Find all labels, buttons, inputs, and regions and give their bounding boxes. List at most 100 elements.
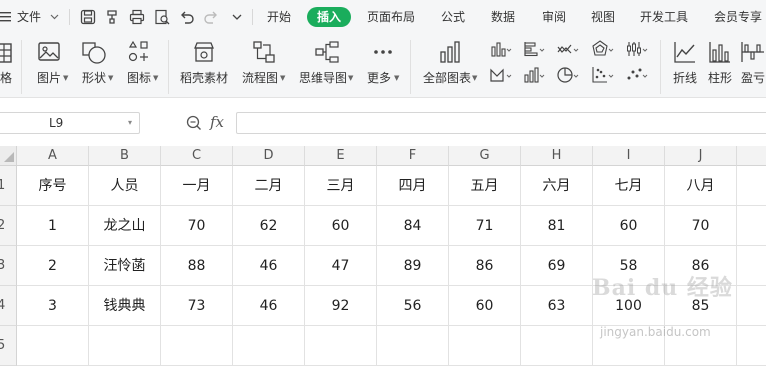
shape-button[interactable]: 形状 ▼ bbox=[74, 34, 114, 98]
flowchart-button[interactable]: 流程图 ▼ bbox=[240, 34, 288, 98]
cell[interactable]: 龙之山 bbox=[89, 206, 161, 246]
radar-chart-type-icon[interactable] bbox=[592, 40, 614, 58]
cell[interactable] bbox=[449, 326, 521, 366]
cell[interactable] bbox=[89, 326, 161, 366]
cell[interactable]: 71 bbox=[449, 206, 521, 246]
cell[interactable] bbox=[233, 326, 305, 366]
cell[interactable]: 人员 bbox=[89, 166, 161, 206]
cell[interactable] bbox=[305, 326, 377, 366]
cell[interactable]: 46 bbox=[233, 286, 305, 326]
all-charts-button[interactable]: 全部图表 ▼ bbox=[420, 34, 480, 98]
cell[interactable]: 汪怜菡 bbox=[89, 246, 161, 286]
name-box[interactable]: L9 ▾ bbox=[0, 112, 140, 134]
cell[interactable]: 3 bbox=[17, 286, 89, 326]
column-header-i[interactable]: I bbox=[593, 146, 665, 166]
tab-member[interactable]: 会员专享 bbox=[714, 0, 762, 34]
column-header-b[interactable]: B bbox=[89, 146, 161, 166]
select-all-corner[interactable] bbox=[0, 146, 17, 166]
line-chart-type-icon[interactable] bbox=[557, 40, 579, 58]
cell[interactable]: 六月 bbox=[521, 166, 593, 206]
cell[interactable]: 88 bbox=[161, 246, 233, 286]
column-chart-type-icon[interactable] bbox=[490, 40, 512, 58]
file-menu-button[interactable]: 文件 bbox=[0, 0, 64, 34]
sparkline-line-button[interactable]: 折线 bbox=[668, 34, 702, 98]
combo-chart-type-icon[interactable] bbox=[523, 66, 545, 84]
cell[interactable]: 八月 bbox=[665, 166, 737, 206]
cell[interactable]: 1 bbox=[17, 206, 89, 246]
dot-chart-type-icon[interactable] bbox=[626, 66, 648, 84]
cell[interactable]: 70 bbox=[161, 206, 233, 246]
cell[interactable]: 60 bbox=[449, 286, 521, 326]
cell[interactable] bbox=[521, 326, 593, 366]
cell[interactable]: 92 bbox=[305, 286, 377, 326]
tab-developer[interactable]: 开发工具 bbox=[640, 0, 688, 34]
tab-page-layout[interactable]: 页面布局 bbox=[367, 0, 415, 34]
save-icon[interactable] bbox=[80, 9, 96, 25]
quick-access-dropdown-icon[interactable] bbox=[229, 9, 245, 25]
print-preview-icon[interactable] bbox=[154, 9, 170, 25]
sparkline-winloss-button[interactable]: 盈亏 bbox=[738, 34, 766, 98]
tab-review[interactable]: 审阅 bbox=[542, 0, 566, 34]
pie-chart-type-icon[interactable] bbox=[557, 66, 579, 84]
tab-insert[interactable]: 插入 bbox=[307, 7, 351, 27]
column-header-g[interactable]: G bbox=[449, 146, 521, 166]
area-chart-type-icon[interactable] bbox=[490, 66, 512, 84]
print-icon[interactable] bbox=[129, 9, 145, 25]
cell[interactable]: 63 bbox=[521, 286, 593, 326]
cell[interactable]: 序号 bbox=[17, 166, 89, 206]
column-header-k[interactable] bbox=[737, 146, 766, 166]
formula-input[interactable] bbox=[236, 112, 766, 134]
cell[interactable]: 2 bbox=[17, 246, 89, 286]
zoom-formula-icon[interactable] bbox=[186, 115, 202, 131]
cell[interactable] bbox=[737, 326, 766, 366]
cell[interactable]: 86 bbox=[449, 246, 521, 286]
undo-icon[interactable] bbox=[179, 9, 195, 25]
cell[interactable]: 四月 bbox=[377, 166, 449, 206]
cell[interactable]: 47 bbox=[305, 246, 377, 286]
cell[interactable]: 二月 bbox=[233, 166, 305, 206]
cell[interactable]: 一月 bbox=[161, 166, 233, 206]
scatter-chart-type-icon[interactable] bbox=[592, 66, 614, 84]
picture-button[interactable]: 图片 ▼ bbox=[29, 34, 69, 98]
tab-formulas[interactable]: 公式 bbox=[441, 0, 465, 34]
cell[interactable]: 46 bbox=[233, 246, 305, 286]
cell[interactable]: 69 bbox=[521, 246, 593, 286]
cell[interactable] bbox=[737, 166, 766, 206]
column-header-e[interactable]: E bbox=[305, 146, 377, 166]
table-button[interactable]: 格 bbox=[0, 34, 14, 98]
cell[interactable]: 73 bbox=[161, 286, 233, 326]
cell[interactable] bbox=[161, 326, 233, 366]
cell[interactable] bbox=[377, 326, 449, 366]
cell[interactable]: 60 bbox=[593, 206, 665, 246]
cell[interactable]: 84 bbox=[377, 206, 449, 246]
cell[interactable] bbox=[737, 246, 766, 286]
fx-icon[interactable]: fx bbox=[210, 113, 224, 131]
tab-home[interactable]: 开始 bbox=[267, 0, 291, 34]
cell[interactable]: 三月 bbox=[305, 166, 377, 206]
tab-view[interactable]: 视图 bbox=[591, 0, 615, 34]
cell[interactable]: 56 bbox=[377, 286, 449, 326]
column-header-j[interactable]: J bbox=[665, 146, 737, 166]
stock-chart-type-icon[interactable] bbox=[626, 40, 648, 58]
cell[interactable]: 钱典典 bbox=[89, 286, 161, 326]
cell[interactable] bbox=[737, 286, 766, 326]
format-painter-icon[interactable] bbox=[105, 9, 121, 25]
cell[interactable]: 60 bbox=[305, 206, 377, 246]
cell[interactable]: 81 bbox=[521, 206, 593, 246]
cell[interactable]: 五月 bbox=[449, 166, 521, 206]
icons-button[interactable]: 图标 ▼ bbox=[119, 34, 159, 98]
cell[interactable] bbox=[737, 206, 766, 246]
mindmap-button[interactable]: 思维导图 ▼ bbox=[298, 34, 356, 98]
cell[interactable] bbox=[17, 326, 89, 366]
bar-chart-type-icon[interactable] bbox=[523, 40, 545, 58]
cell[interactable]: 70 bbox=[665, 206, 737, 246]
redo-icon[interactable] bbox=[203, 9, 219, 25]
column-header-h[interactable]: H bbox=[521, 146, 593, 166]
column-header-c[interactable]: C bbox=[161, 146, 233, 166]
column-header-f[interactable]: F bbox=[377, 146, 449, 166]
cell[interactable]: 七月 bbox=[593, 166, 665, 206]
column-header-d[interactable]: D bbox=[233, 146, 305, 166]
sparkline-column-button[interactable]: 柱形 bbox=[704, 34, 736, 98]
column-header-a[interactable]: A bbox=[17, 146, 89, 166]
material-button[interactable]: 稻壳素材 bbox=[176, 34, 232, 98]
